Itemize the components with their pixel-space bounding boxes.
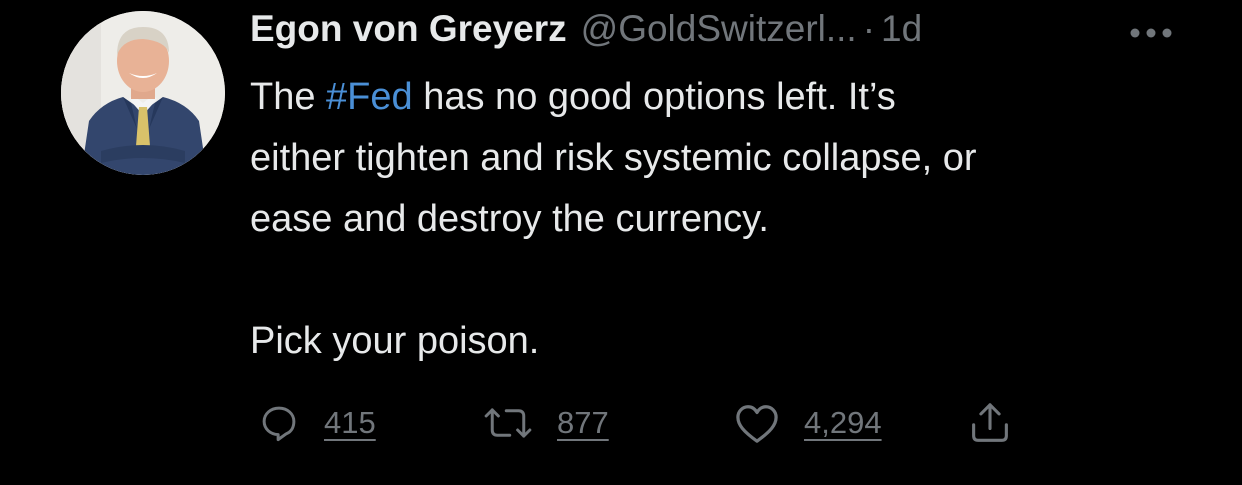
tweet-text-segment: The (250, 76, 327, 118)
avatar[interactable] (61, 11, 225, 175)
tweet-text-line: Pick your poison. (250, 320, 540, 362)
tweet-text-line: either tighten and risk systemic collaps… (250, 137, 977, 179)
tweet-text: The #Fed has no good options left. It’s … (250, 67, 1210, 372)
retweet-button[interactable]: 877 (483, 398, 609, 448)
author-name[interactable]: Egon von Greyerz (250, 8, 567, 50)
tweet-text-line: The #Fed has no good options left. It’s (250, 67, 1210, 128)
like-count[interactable]: 4,294 (804, 405, 882, 441)
like-button[interactable]: 4,294 (734, 398, 882, 448)
tweet-content: Egon von Greyerz @GoldSwitzerl... · 1d T… (250, 8, 1210, 372)
share-icon (972, 403, 1008, 442)
tweet-text-segment: has no good options left. It’s (412, 76, 896, 118)
tweet-text-line: ease and destroy the currency. (250, 198, 769, 240)
retweet-icon (484, 408, 532, 438)
share-button[interactable] (970, 398, 1010, 448)
more-icon[interactable] (1128, 16, 1174, 46)
retweet-count[interactable]: 877 (557, 405, 609, 441)
separator-dot: · (862, 8, 876, 49)
reply-icon (262, 406, 296, 442)
hashtag-link[interactable]: #Fed (326, 76, 413, 118)
heart-icon (736, 405, 778, 443)
tweet-actions: 415 877 4,294 (248, 398, 1048, 448)
tweet-timestamp[interactable]: 1d (881, 8, 922, 50)
reply-count[interactable]: 415 (324, 405, 376, 441)
reply-button[interactable]: 415 (258, 398, 376, 448)
tweet-header: Egon von Greyerz @GoldSwitzerl... · 1d (250, 8, 1210, 62)
author-handle[interactable]: @GoldSwitzerl... (581, 8, 857, 50)
